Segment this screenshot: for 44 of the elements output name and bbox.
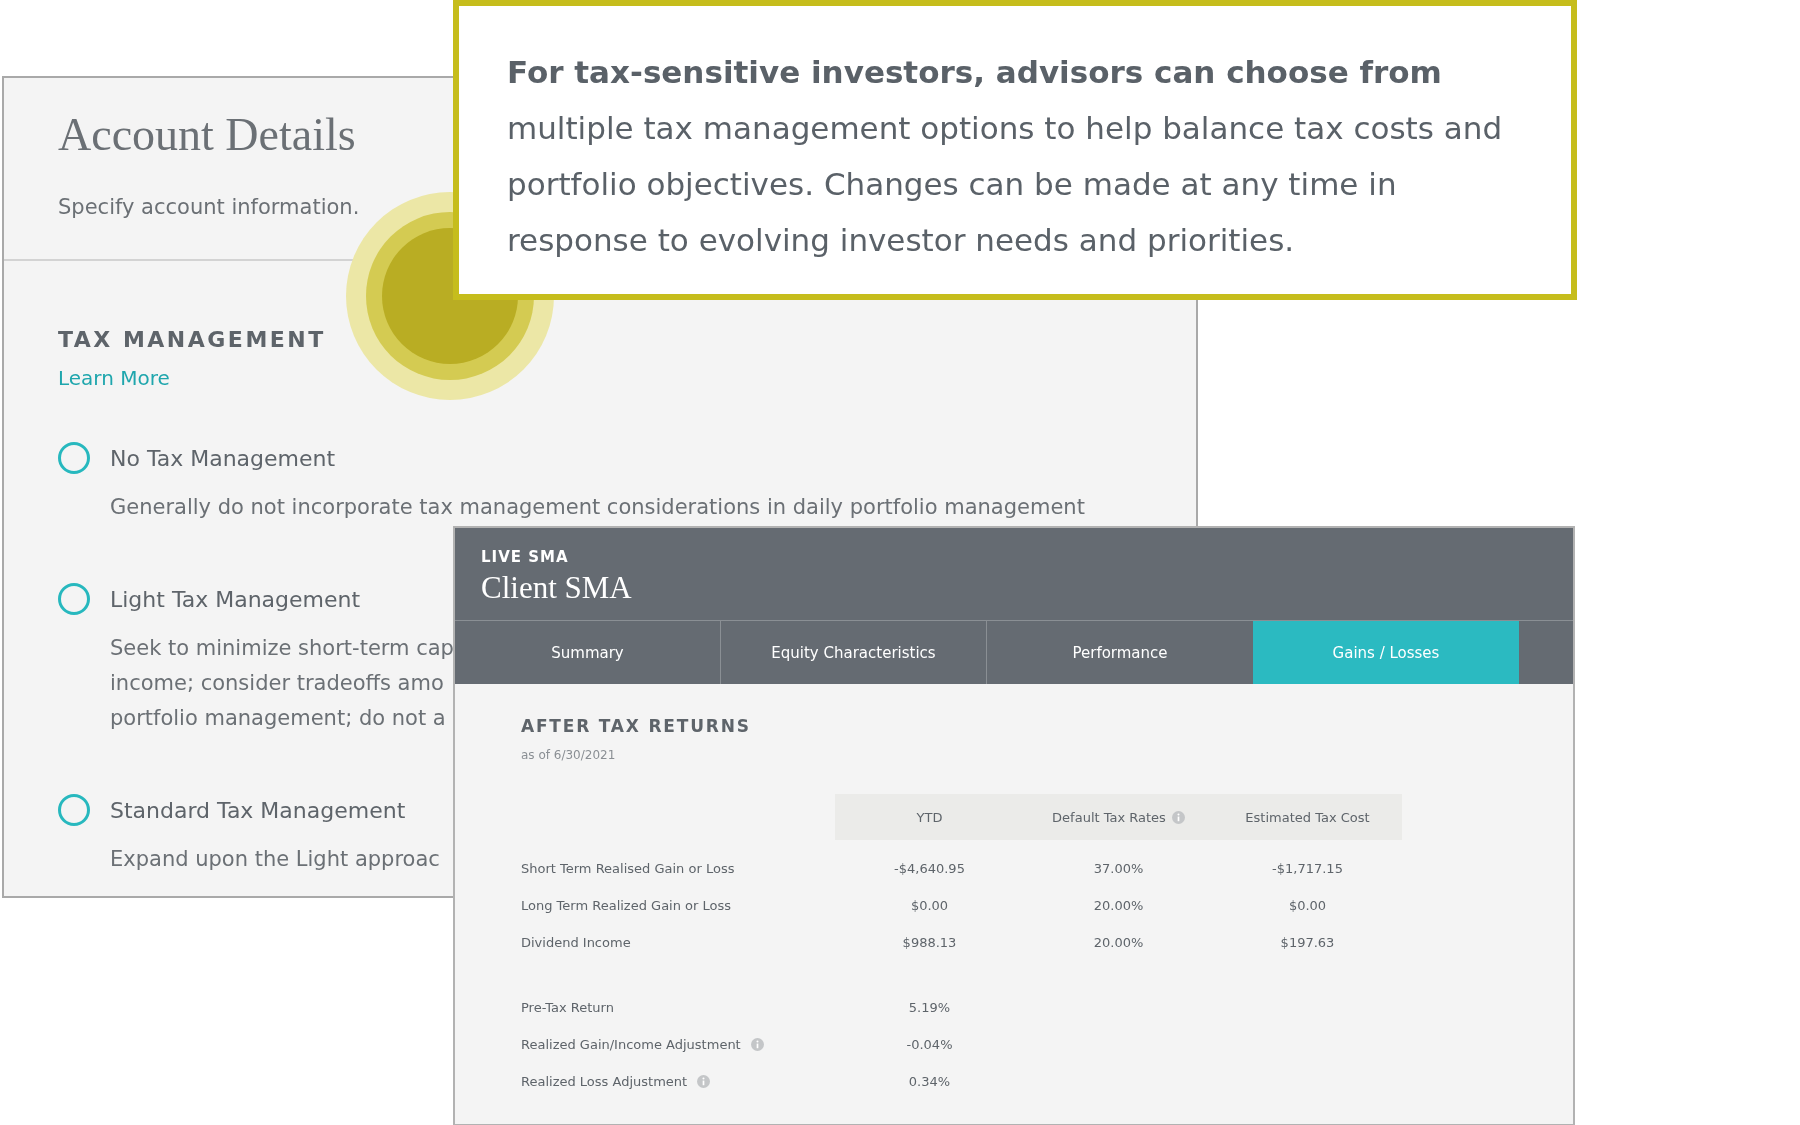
row-label: Long Term Realized Gain or Loss	[521, 898, 732, 913]
table-cell: $0.00	[910, 898, 949, 913]
panel-title: Account Details	[58, 108, 356, 161]
table-cell: -0.04%	[906, 1037, 953, 1052]
as-of-date: as of 6/30/2021	[521, 748, 617, 762]
column-label: YTD	[916, 809, 943, 825]
table-cell: 37.00%	[1093, 861, 1144, 876]
section-title: TAX MANAGEMENT	[58, 327, 326, 352]
section-title: AFTER TAX RETURNS	[521, 716, 752, 736]
radio-button[interactable]	[58, 794, 90, 826]
option-description: Generally do not incorporate tax management considerations in daily portfolio management	[110, 494, 1085, 521]
option-description: income; consider tradeoffs amo	[110, 670, 444, 697]
row-label: Dividend Income	[521, 935, 631, 950]
tab[interactable]: Equity Characteristics	[721, 621, 987, 684]
row-label: Realized Gain/Income Adjustment	[521, 1037, 741, 1052]
row-label: Pre-Tax Return	[521, 1000, 614, 1015]
tab[interactable]: Summary	[455, 621, 721, 684]
table-cell: 20.00%	[1093, 898, 1144, 913]
column-label: Estimated Tax Cost	[1245, 809, 1370, 825]
learn-more-link[interactable]: Learn More	[58, 366, 170, 390]
table-cell: $988.13	[902, 935, 957, 950]
table-cell: $197.63	[1280, 935, 1335, 950]
panel-eyebrow: LIVE SMA	[481, 548, 570, 566]
table-cell: $0.00	[1288, 898, 1327, 913]
table-cell: -$1,717.15	[1272, 861, 1343, 876]
row-label: Realized Loss Adjustment	[521, 1074, 688, 1089]
radio-button[interactable]	[58, 442, 90, 474]
callout-text: For tax-sensitive investors, advisors can choose from multiple tax management options to help balance tax costs and portfolio objectives. Changes can be made at any time in response to evolving investor needs and priorities.	[453, 0, 1577, 300]
row-label: Short Term Realised Gain or Loss	[521, 861, 735, 876]
option-label: Standard Tax Management	[110, 797, 406, 823]
panel-title: Client SMA	[481, 570, 633, 606]
table-cell: 5.19%	[908, 1000, 951, 1015]
table-cell: 20.00%	[1093, 935, 1144, 950]
option-description: Expand upon the Light approac	[110, 846, 440, 873]
option-label: No Tax Management	[110, 445, 336, 471]
column-label: Default Tax Rates	[1052, 809, 1166, 825]
radio-button[interactable]	[58, 583, 90, 615]
panel-subtitle: Specify account information.	[58, 195, 360, 219]
tab[interactable]: Performance	[987, 621, 1253, 684]
option-description: Seek to minimize short-term cap	[110, 635, 454, 662]
option-label: Light Tax Management	[110, 586, 361, 612]
table-cell: -$4,640.95	[894, 861, 965, 876]
table-cell: 0.34%	[908, 1074, 951, 1089]
option-description: portfolio management; do not a	[110, 705, 446, 732]
